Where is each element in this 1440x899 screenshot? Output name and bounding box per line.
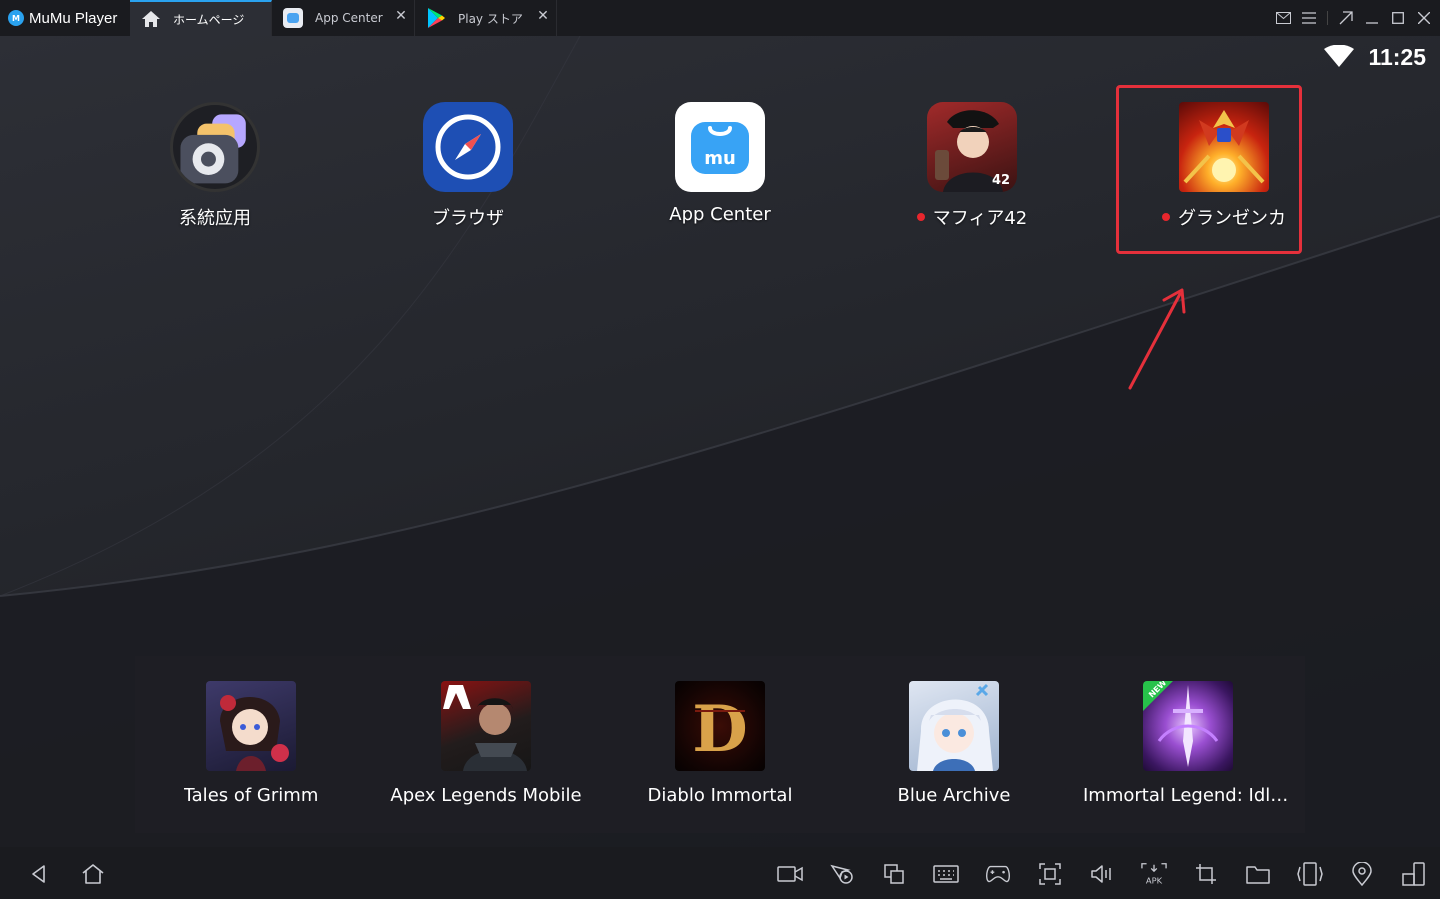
- app-label: マフィア42: [916, 204, 1027, 230]
- immortal-legend-icon: NEW: [1143, 681, 1233, 771]
- status-bar: 11:25: [1324, 44, 1426, 71]
- highlight-box: [1116, 85, 1302, 254]
- tab-play-store[interactable]: Play ストア ✕: [415, 0, 557, 36]
- wifi-icon: [1324, 44, 1355, 71]
- dock-app-tales-of-grimm[interactable]: Tales of Grimm: [136, 681, 366, 806]
- back-icon[interactable]: [26, 861, 52, 887]
- system-apps-icon: [170, 102, 260, 192]
- record-video-icon[interactable]: [777, 861, 803, 887]
- svg-text:42: 42: [992, 173, 1010, 188]
- app-label: 系統应用: [179, 208, 251, 229]
- home-icon: [140, 8, 162, 30]
- rotate-screen-icon[interactable]: [1401, 861, 1427, 887]
- svg-text:D: D: [692, 692, 748, 767]
- tab-home[interactable]: ホームページ: [130, 0, 272, 36]
- svg-text:mu: mu: [704, 148, 736, 169]
- pin-window-icon[interactable]: [1338, 10, 1354, 26]
- dock-app-immortal-legend[interactable]: NEW Immortal Legend: Idle ...: [1073, 681, 1303, 806]
- shake-icon[interactable]: [1297, 861, 1323, 887]
- app-dock: Tales of Grimm Apex Legends Mobile D Dia…: [135, 656, 1305, 833]
- mail-icon[interactable]: [1275, 10, 1291, 26]
- app-label: Apex Legends Mobile: [390, 785, 582, 806]
- app-label: Diablo Immortal: [647, 785, 793, 806]
- app-center-icon: [282, 7, 304, 29]
- app-label: App Center: [669, 204, 771, 225]
- app-browser[interactable]: ブラウザ: [368, 102, 568, 230]
- brand-name: MuMu Player: [29, 9, 118, 27]
- volume-icon[interactable]: [1089, 861, 1115, 887]
- tab-label: Play ストア: [458, 11, 523, 26]
- new-badge-dot: [916, 213, 925, 221]
- app-label: Blue Archive: [897, 785, 1011, 806]
- gamepad-icon[interactable]: [985, 861, 1011, 887]
- operation-record-icon[interactable]: [829, 861, 855, 887]
- maximize-icon[interactable]: [1390, 10, 1406, 26]
- window-controls: [1275, 0, 1432, 36]
- svg-text:APK: APK: [1146, 875, 1163, 885]
- app-system-apps[interactable]: 系統应用: [115, 102, 315, 230]
- app-label: ブラウザ: [432, 208, 504, 229]
- folder-icon[interactable]: [1245, 861, 1271, 887]
- brand: M MuMu Player: [0, 0, 130, 36]
- clock: 11:25: [1368, 44, 1426, 70]
- app-app-center[interactable]: mu App Center: [620, 102, 820, 225]
- minimize-icon[interactable]: [1364, 10, 1380, 26]
- blue-archive-icon: [909, 681, 999, 771]
- install-apk-icon[interactable]: APK: [1141, 861, 1167, 887]
- multi-instance-icon[interactable]: [881, 861, 907, 887]
- dock-app-blue-archive[interactable]: Blue Archive: [839, 681, 1069, 806]
- home-icon[interactable]: [80, 861, 106, 887]
- location-icon[interactable]: [1349, 861, 1375, 887]
- close-icon[interactable]: ✕: [394, 9, 408, 23]
- tab-label: App Center: [315, 11, 383, 25]
- dock-app-diablo-immortal[interactable]: D Diablo Immortal: [605, 681, 835, 806]
- close-icon[interactable]: ✕: [536, 9, 550, 23]
- browser-icon: [423, 102, 513, 192]
- divider: [1327, 11, 1328, 25]
- tales-of-grimm-icon: [206, 681, 296, 771]
- app-label: Tales of Grimm: [183, 785, 319, 806]
- keyboard-icon[interactable]: [933, 861, 959, 887]
- title-bar: M MuMu Player ホームページ App Center ✕ Play ス…: [0, 0, 1440, 36]
- app-mafia42[interactable]: 42 マフィア42: [872, 102, 1072, 230]
- app-center-icon: mu: [675, 102, 765, 192]
- dock-app-apex-legends[interactable]: Apex Legends Mobile: [371, 681, 601, 806]
- pointer-arrow-icon: [1128, 288, 1186, 390]
- apex-legends-icon: [441, 681, 531, 771]
- diablo-immortal-icon: D: [675, 681, 765, 771]
- crop-icon[interactable]: [1193, 861, 1219, 887]
- mafia42-icon: 42: [927, 102, 1017, 192]
- play-store-icon: [425, 7, 447, 29]
- tab-app-center[interactable]: App Center ✕: [272, 0, 415, 36]
- android-home-screen: 11:25 系統应用 ブラウザ mu App Center 42 マフィア42 …: [0, 36, 1440, 847]
- mumu-logo-icon: M: [8, 10, 24, 26]
- close-window-icon[interactable]: [1416, 10, 1432, 26]
- screenshot-icon[interactable]: [1037, 861, 1063, 887]
- app-label: Immortal Legend: Idle ...: [1083, 785, 1293, 806]
- menu-icon[interactable]: [1301, 10, 1317, 26]
- bottom-toolbar: APK: [0, 847, 1440, 899]
- tab-label: ホームページ: [173, 12, 245, 27]
